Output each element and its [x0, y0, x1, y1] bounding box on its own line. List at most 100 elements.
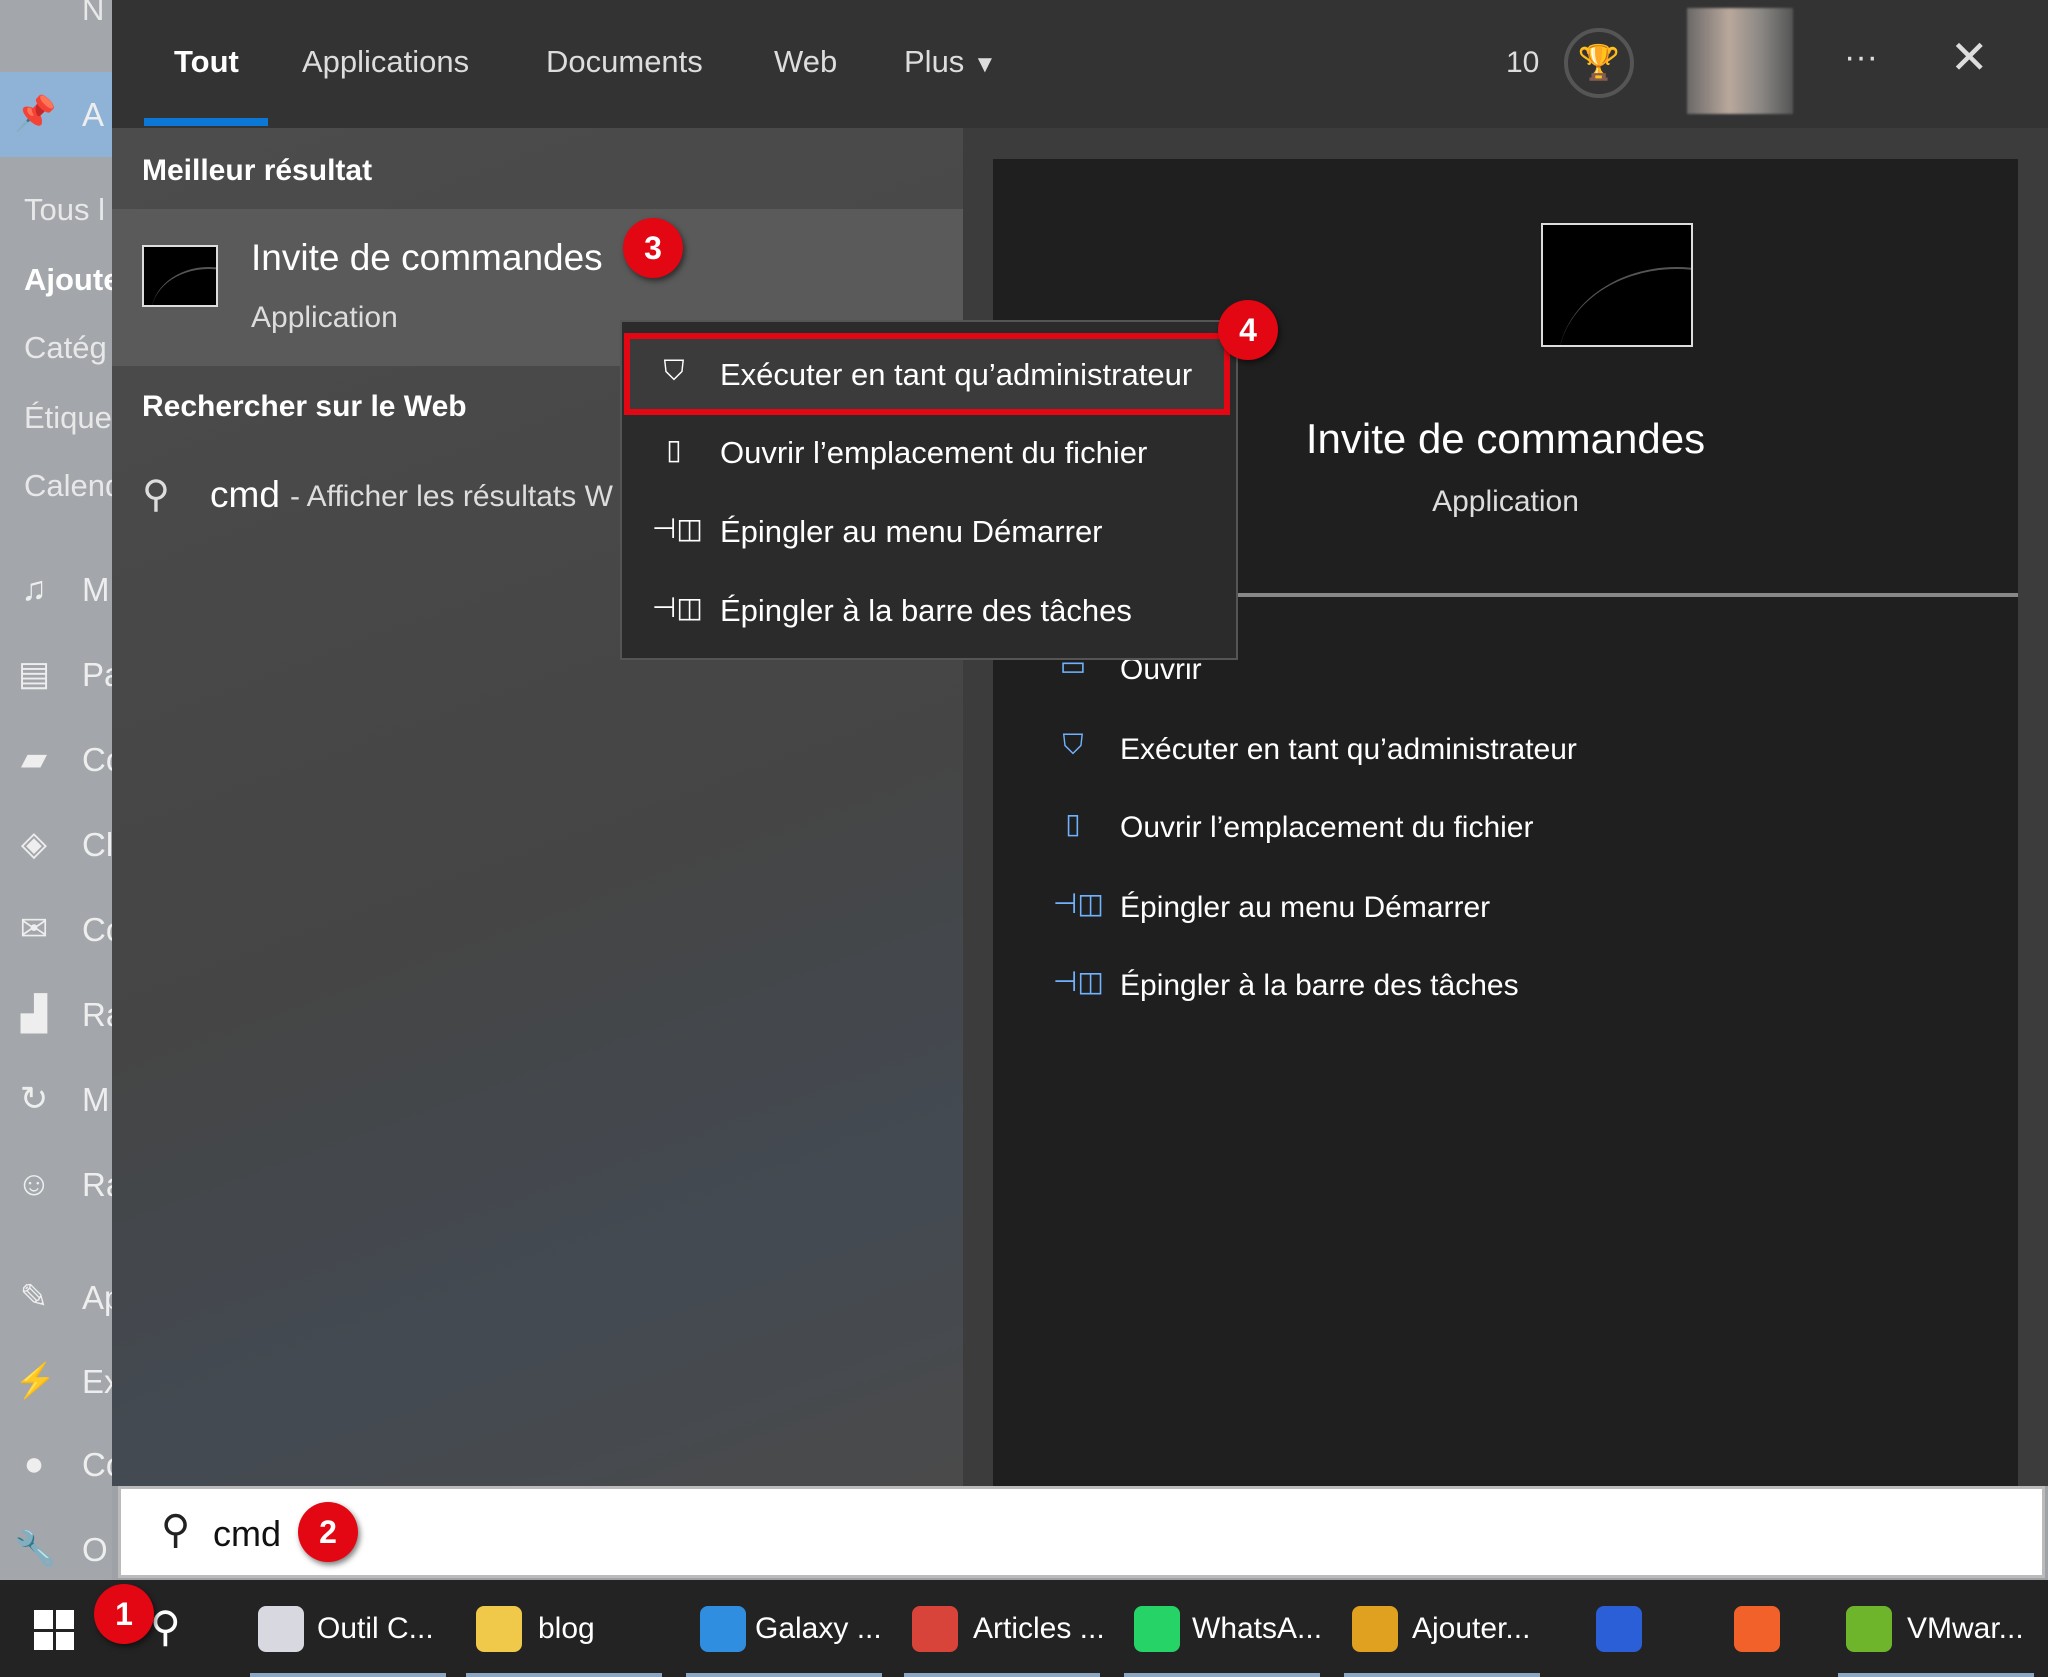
taskbar-app-label: Articles ...	[973, 1612, 1105, 1645]
sidebar-subitem[interactable]: Calend	[24, 468, 112, 504]
tab-applications[interactable]: Applications	[302, 44, 469, 80]
preview-action[interactable]: ▯ Ouvrir l’emplacement du fichier	[993, 807, 2018, 863]
search-icon: ⚲	[161, 1508, 191, 1552]
running-indicator	[1344, 1673, 1540, 1677]
context-menu-label: Ouvrir l’emplacement du fichier	[720, 435, 1148, 470]
avatar[interactable]	[1687, 8, 1793, 114]
sidebar-item[interactable]: ◈ Cl	[0, 820, 112, 876]
app-icon	[1596, 1606, 1642, 1652]
sidebar-subitem[interactable]: Étique	[24, 400, 112, 436]
app-icon	[1134, 1606, 1180, 1652]
running-indicator	[466, 1673, 662, 1677]
preview-action[interactable]: ⛉ Exécuter en tant qu’administrateur	[993, 729, 2018, 785]
preview-action-label: Épingler au menu Démarrer	[1120, 891, 1491, 924]
more-options-icon[interactable]: ···	[1844, 38, 1878, 77]
rewards-points: 10	[1506, 46, 1540, 79]
taskbar: ⚲ Outil C... blog Galaxy ... Articles ... Wh…	[0, 1580, 2048, 1677]
sidebar-item-label: O	[82, 1531, 108, 1568]
web-query: cmd	[210, 474, 280, 515]
preview-action-label: Exécuter en tant qu’administrateur	[1120, 733, 1577, 766]
step-badge-4: 4	[1218, 300, 1278, 360]
sidebar-item[interactable]: ☺ Ra	[0, 1160, 112, 1216]
sidebar-item[interactable]: ⚡ Ex	[0, 1357, 112, 1413]
sidebar-item-label: Ex	[82, 1363, 112, 1400]
cmd-app-icon	[142, 245, 218, 307]
web-query-suffix: - Afficher les résultats W	[290, 480, 613, 513]
cmd-app-icon-large	[1541, 223, 1693, 347]
sidebar-item[interactable]: ● Co	[0, 1440, 112, 1496]
sidebar-item[interactable]: 🔧 O	[0, 1525, 112, 1580]
best-result-heading: Meilleur résultat	[142, 154, 373, 187]
sidebar-item[interactable]: ✉ Co	[0, 905, 112, 961]
running-indicator	[904, 1673, 1100, 1677]
step-badge-1: 1	[94, 1584, 154, 1644]
comments-icon: ▰	[20, 740, 48, 778]
mail-icon: ✉	[19, 910, 49, 948]
pages-icon: ▤	[17, 655, 51, 693]
search-value: cmd	[213, 1513, 282, 1554]
chevron-down-icon: ▼	[972, 51, 997, 78]
app-icon	[700, 1606, 746, 1652]
tab-tout[interactable]: Tout	[174, 44, 239, 80]
trophy-icon[interactable]: 🏆	[1564, 28, 1634, 98]
sidebar-item[interactable]: ♫ M	[0, 565, 112, 621]
sidebar-item[interactable]: ▤ Pa	[0, 650, 112, 706]
best-result-subtitle: Application	[251, 301, 398, 334]
search-input[interactable]: ⚲ cmd	[118, 1486, 2045, 1578]
context-menu-label: Épingler à la barre des tâches	[720, 593, 1132, 628]
context-menu-item[interactable]: ⊣◫ Épingler à la barre des tâches	[622, 573, 1236, 651]
taskbar-app-label: Galaxy ...	[755, 1612, 882, 1645]
step-badge-3: 3	[623, 218, 683, 278]
rabbit-icon: ☺	[16, 1165, 52, 1203]
sidebar-item[interactable]: ▟ Ra	[0, 990, 112, 1046]
context-menu-item[interactable]: ⊣◫ Épingler au menu Démarrer	[622, 494, 1236, 572]
sidebar-item-highlighted[interactable]: 📌 A	[0, 72, 112, 157]
taskbar-app-label: blog	[538, 1612, 595, 1645]
preview-action-label: Ouvrir l’emplacement du fichier	[1120, 811, 1534, 844]
tab-web[interactable]: Web	[774, 44, 837, 80]
search-panel: Tout Applications Documents Web Plus ▼ 1…	[112, 0, 2048, 1486]
tab-documents[interactable]: Documents	[546, 44, 703, 80]
media-icon: ♫	[21, 570, 47, 608]
refresh-icon: ↻	[19, 1080, 49, 1118]
pin-icon: ⊣◫	[1053, 966, 1104, 997]
tab-plus-label: Plus	[904, 44, 965, 79]
app-icon	[912, 1606, 958, 1652]
sidebar-item-label: Ra	[82, 1166, 112, 1203]
pin-icon: 📌	[14, 95, 57, 133]
sidebar-subitem[interactable]: Tous l	[24, 192, 105, 228]
search-icon[interactable]: ⚲	[150, 1602, 181, 1651]
chart-icon: ▟	[20, 995, 48, 1033]
sidebar-item[interactable]: ↻ M	[0, 1075, 112, 1131]
preview-action[interactable]: ⊣◫ Épingler à la barre des tâches	[993, 965, 2018, 1021]
sidebar-item-label: Co	[82, 741, 112, 778]
sidebar-item[interactable]: ▰ Co	[0, 735, 112, 791]
sidebar-subitem[interactable]: Ajoute	[24, 262, 112, 298]
app-icon	[1734, 1606, 1780, 1652]
app-icon	[1352, 1606, 1398, 1652]
tab-plus[interactable]: Plus ▼	[904, 44, 997, 80]
sidebar-item-label: Co	[82, 1446, 112, 1483]
folder-icon: ▯	[666, 434, 682, 465]
sidebar-top-item[interactable]: N	[82, 0, 104, 28]
sidebar-item-label: M	[82, 1081, 110, 1118]
windows-start-icon[interactable]	[34, 1610, 74, 1650]
app-icon	[476, 1606, 522, 1652]
active-tab-indicator	[144, 118, 268, 126]
sidebar-item-label: Cl	[82, 826, 112, 863]
user-icon: ●	[23, 1445, 45, 1483]
tab-bar: Tout Applications Documents Web Plus ▼ 1…	[112, 0, 2048, 128]
sidebar-item-label: A	[82, 96, 105, 133]
sidebar-item[interactable]: ✎ Ap	[0, 1273, 112, 1329]
sidebar-subitem[interactable]: Catég	[24, 330, 107, 366]
running-indicator	[1838, 1673, 2034, 1677]
highlight-box	[624, 333, 1230, 415]
preview-action[interactable]: ⊣◫ Épingler au menu Démarrer	[993, 887, 2018, 943]
preview-action-label: Épingler à la barre des tâches	[1120, 969, 1519, 1002]
app-icon	[258, 1606, 304, 1652]
taskbar-app-label: WhatsA...	[1192, 1612, 1323, 1645]
taskbar-app-label: Outil C...	[317, 1612, 434, 1645]
sidebar-item-label: Ra	[82, 996, 112, 1033]
context-menu-item[interactable]: ▯ Ouvrir l’emplacement du fichier	[622, 415, 1236, 493]
close-icon[interactable]: ✕	[1950, 30, 1989, 84]
